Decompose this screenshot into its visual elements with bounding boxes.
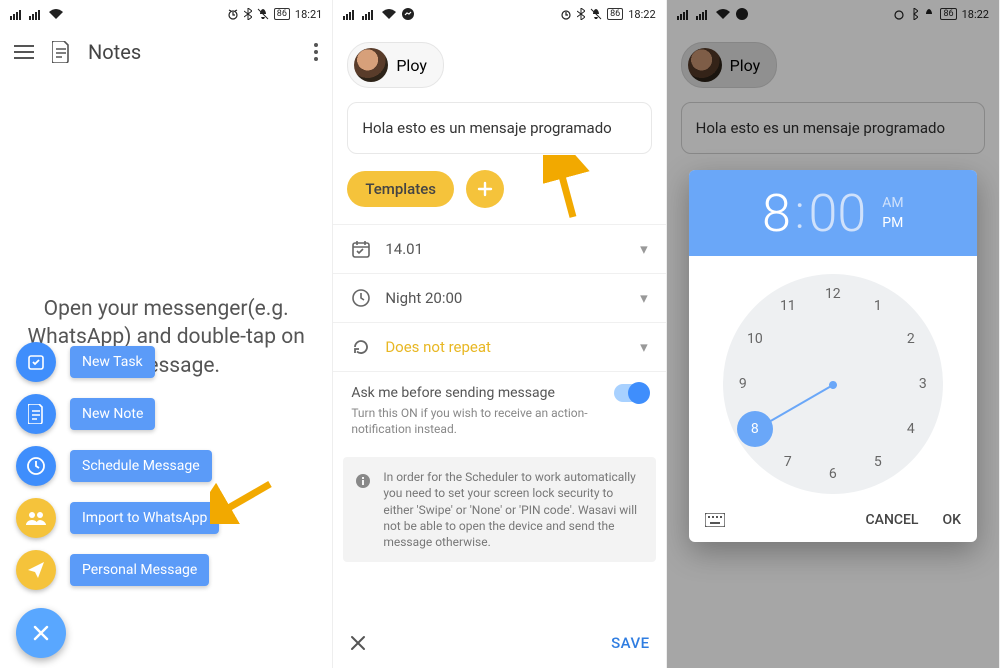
clock-hour-2[interactable]: 2 [898,326,924,352]
avatar [354,48,388,82]
menu-icon[interactable] [14,45,34,59]
clock-selected-knob[interactable]: 8 [737,411,773,447]
templates-button[interactable]: Templates [347,171,454,207]
fab-item-new-task[interactable]: New Task [16,342,219,382]
ask-before-subtext: Turn this ON if you wish to receive an a… [333,406,665,449]
repeat-icon [351,337,371,357]
alarm-icon [227,8,239,20]
ok-button[interactable]: OK [942,512,961,528]
repeat-row[interactable]: Does not repeat ▾ [333,322,665,371]
fab-menu: New Task New Note Schedule Message Impor… [16,342,219,658]
mute-icon [590,8,602,20]
chevron-down-icon: ▾ [640,240,648,258]
more-icon[interactable] [314,43,318,61]
clock-hour-1[interactable]: 1 [865,293,891,319]
fab-label: Schedule Message [70,450,212,482]
clock-hour-4[interactable]: 4 [898,416,924,442]
bluetooth-icon [244,8,252,20]
am-toggle[interactable]: AM [882,195,903,211]
pm-toggle[interactable]: PM [882,215,903,231]
battery-indicator: 86 [274,8,290,20]
plus-icon [477,181,493,197]
page-title: Notes [88,40,296,64]
fab-label: Personal Message [70,554,209,586]
clock-hand [766,384,833,424]
save-button[interactable]: SAVE [611,634,650,652]
fab-close-button[interactable] [16,608,66,658]
clock-hour-12[interactable]: 12 [820,281,846,307]
bottom-bar: SAVE [333,618,665,668]
repeat-value: Does not repeat [385,338,626,356]
clock-face[interactable]: 1212345678910118 [723,274,943,494]
time-value: Night 20:00 [385,289,626,307]
screen-timepicker: 86 18:22 Ploy Hola esto es un mensaje pr… [667,0,1000,668]
ask-before-toggle[interactable] [614,384,648,402]
clock-icon [351,288,371,308]
scheduler-info: In order for the Scheduler to work autom… [343,457,655,562]
mute-icon [257,8,269,20]
signal-icon [10,8,24,20]
signal2-icon [362,8,376,20]
clock-text: 18:22 [628,8,655,21]
time-picker-dialog: 8 : 00 AM PM 1212345678910118 CANCEL OK [689,170,977,542]
notes-doc-icon [52,41,70,63]
annotation-arrow-icon [210,478,280,524]
status-bar: 86 18:22 [333,0,665,28]
time-picker-header: 8 : 00 AM PM [689,170,977,256]
recipient-chip[interactable]: Ploy [347,42,444,88]
clock-hour-7[interactable]: 7 [775,449,801,475]
keyboard-input-icon[interactable] [705,513,725,527]
send-icon [27,561,45,579]
fab-label: Import to WhatsApp [70,502,219,534]
clock-hour-6[interactable]: 6 [820,461,846,487]
screen-notes: 86 18:21 Notes Open your messenger(e.g. … [0,0,333,668]
status-bar: 86 18:21 [0,0,332,28]
wifi-icon [48,8,64,20]
task-icon [27,353,45,371]
alarm-icon [560,8,572,20]
clock-hour-3[interactable]: 3 [910,371,936,397]
chevron-down-icon: ▾ [640,289,648,307]
clock-hour-11[interactable]: 11 [775,293,801,319]
signal-icon [343,8,357,20]
cancel-button[interactable]: CANCEL [866,512,919,528]
wifi-icon [381,8,397,20]
fab-item-new-note[interactable]: New Note [16,394,219,434]
ask-before-label: Ask me before sending message [351,385,613,401]
message-input[interactable]: Hola esto es un mensaje programado [347,102,651,154]
clock-hour-9[interactable]: 9 [730,371,756,397]
screen-schedule: 86 18:22 Ploy Hola esto es un mensaje pr… [333,0,666,668]
messenger-icon [402,8,414,20]
add-template-button[interactable] [466,170,504,208]
clock-hour-5[interactable]: 5 [865,449,891,475]
bluetooth-icon [577,8,585,20]
fab-label: New Task [70,346,155,378]
fab-item-personal-message[interactable]: Personal Message [16,550,219,590]
date-value: 14.01 [385,240,626,258]
fab-item-schedule-message[interactable]: Schedule Message [16,446,219,486]
calendar-icon [351,239,371,259]
clock-text: 18:21 [295,8,322,21]
picker-colon: : [795,186,805,240]
clock-hour-10[interactable]: 10 [742,326,768,352]
picker-minute[interactable]: 00 [809,183,867,244]
recipient-name: Ploy [396,56,427,75]
cancel-button[interactable] [349,634,367,652]
info-icon [355,473,371,489]
fab-label: New Note [70,398,155,430]
chevron-down-icon: ▾ [640,338,648,356]
date-row[interactable]: 14.01 ▾ [333,225,665,273]
close-icon [32,624,50,642]
note-icon [28,404,44,424]
battery-indicator: 86 [607,8,623,20]
time-row[interactable]: Night 20:00 ▾ [333,273,665,322]
people-icon [25,510,47,526]
picker-hour[interactable]: 8 [762,183,791,244]
clock-icon [26,456,46,476]
title-bar: Notes [0,28,332,76]
signal2-icon [29,8,43,20]
fab-item-import-whatsapp[interactable]: Import to WhatsApp [16,498,219,538]
